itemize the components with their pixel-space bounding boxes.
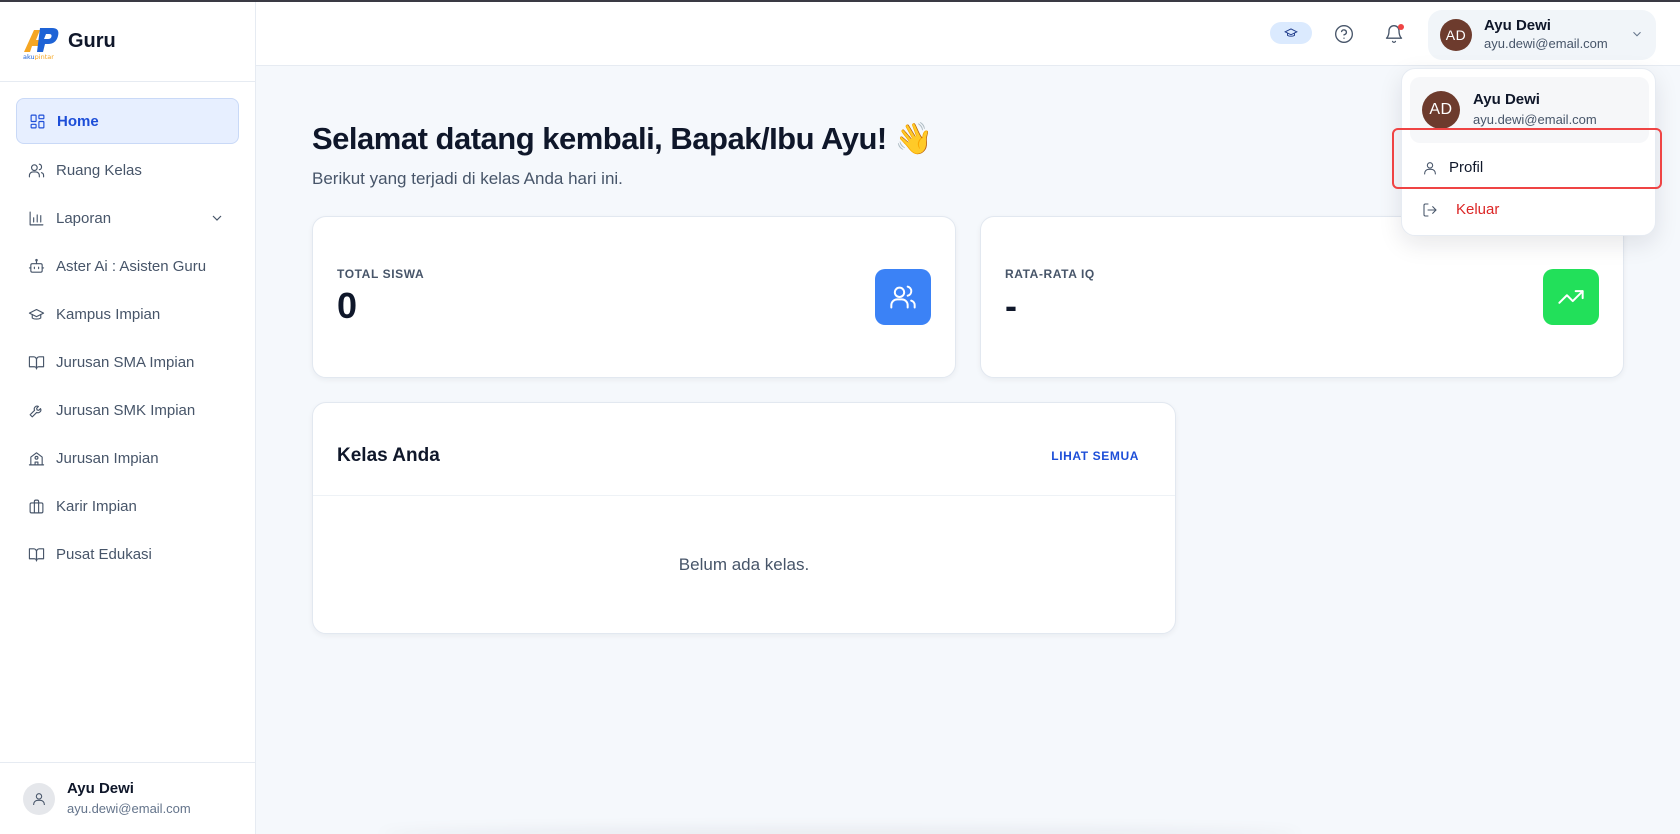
chevron-down-icon xyxy=(1630,27,1644,46)
sidebar-user-email: ayu.dewi@email.com xyxy=(67,800,191,816)
dropdown-user-name: Ayu Dewi xyxy=(1473,91,1540,108)
user-menu-button[interactable]: AD Ayu Dewi ayu.dewi@email.com xyxy=(1428,10,1656,60)
chevron-down-icon[interactable] xyxy=(209,210,225,230)
sidebar-user[interactable]: Ayu Dewi ayu.dewi@email.com xyxy=(0,762,255,834)
sidebar-item-label: Jurusan SMA Impian xyxy=(56,353,195,371)
svg-text:akupintar: akupintar xyxy=(23,53,54,60)
kelas-header: Kelas Anda LIHAT SEMUA xyxy=(313,403,1175,496)
kelas-title: Kelas Anda xyxy=(337,445,440,466)
logout-icon xyxy=(1423,202,1437,217)
trending-up-icon xyxy=(1543,269,1599,325)
sidebar-item-label: Kampus Impian xyxy=(56,305,161,323)
kelas-anda-card: Kelas Anda LIHAT SEMUA Belum ada kelas. xyxy=(312,402,1176,634)
keluar-label: Keluar xyxy=(1456,201,1500,218)
keluar-menu-item[interactable]: Keluar xyxy=(1422,201,1499,218)
sidebar-item-label: Karir Impian xyxy=(56,497,137,515)
bot-icon xyxy=(27,257,45,275)
dropdown-user-email: ayu.dewi@email.com xyxy=(1473,112,1597,127)
bottom-shadow xyxy=(380,828,1300,834)
sidebar: akupintar Guru Home Ruang Kelas Laporan xyxy=(0,2,256,834)
bar-chart-icon xyxy=(27,209,45,227)
book-icon xyxy=(27,545,45,563)
notification-dot xyxy=(1398,24,1404,30)
dashboard-icon xyxy=(28,112,46,130)
lihat-semua-link[interactable]: LIHAT SEMUA xyxy=(1051,449,1139,463)
user-icon xyxy=(23,782,55,815)
avatar: AD xyxy=(1440,19,1472,51)
users-icon xyxy=(875,269,931,325)
users-icon xyxy=(27,161,45,179)
user-email: ayu.dewi@email.com xyxy=(1484,36,1608,51)
sidebar-item-aster-ai[interactable]: Aster Ai : Asisten Guru xyxy=(16,244,239,288)
window-top-border xyxy=(0,0,1680,2)
sidebar-item-jurusan-smk[interactable]: Jurusan SMK Impian xyxy=(16,388,239,432)
sidebar-item-karir-impian[interactable]: Karir Impian xyxy=(16,484,239,528)
stat-label: RATA-RATA IQ xyxy=(1005,267,1095,281)
stat-card-total-siswa: TOTAL SISWA 0 xyxy=(312,216,956,378)
brand[interactable]: akupintar Guru xyxy=(0,2,255,82)
school-icon xyxy=(27,449,45,467)
sidebar-item-label: Laporan xyxy=(56,209,112,227)
sidebar-item-label: Jurusan Impian xyxy=(56,449,159,467)
sidebar-user-name: Ayu Dewi xyxy=(67,779,134,797)
graduation-cap-icon xyxy=(27,305,45,323)
help-button[interactable] xyxy=(1332,22,1356,46)
briefcase-icon xyxy=(27,497,45,515)
stat-value: 0 xyxy=(337,285,358,326)
sidebar-item-label: Jurusan SMK Impian xyxy=(56,401,196,419)
graduation-cap-icon xyxy=(1284,28,1298,37)
brand-name: Guru xyxy=(68,30,116,52)
sidebar-item-laporan[interactable]: Laporan xyxy=(16,196,239,240)
stat-label: TOTAL SISWA xyxy=(337,267,425,281)
book-open-icon xyxy=(27,353,45,371)
sidebar-item-label: Ruang Kelas xyxy=(56,161,142,179)
stat-card-rata-rata-iq: RATA-RATA IQ - xyxy=(980,216,1624,378)
notification-button[interactable] xyxy=(1382,22,1406,46)
avatar: AD xyxy=(1422,91,1460,129)
wrench-icon xyxy=(27,401,45,419)
sidebar-item-jurusan-sma[interactable]: Jurusan SMA Impian xyxy=(16,340,239,384)
user-name: Ayu Dewi xyxy=(1484,17,1551,34)
empty-state: Belum ada kelas. xyxy=(678,555,810,574)
sidebar-nav: Home Ruang Kelas Laporan Aster Ai : Asis… xyxy=(0,82,255,596)
akupintar-logo-icon: akupintar xyxy=(22,24,62,61)
sidebar-item-label: Aster Ai : Asisten Guru xyxy=(56,257,207,275)
sidebar-item-jurusan-impian[interactable]: Jurusan Impian xyxy=(16,436,239,480)
stat-value: - xyxy=(1005,285,1017,326)
graduation-badge[interactable] xyxy=(1270,22,1312,44)
sidebar-item-home[interactable]: Home xyxy=(16,98,239,144)
sidebar-item-label: Pusat Edukasi xyxy=(56,545,152,563)
sidebar-item-kampus-impian[interactable]: Kampus Impian xyxy=(16,292,239,336)
sidebar-item-pusat-edukasi[interactable]: Pusat Edukasi xyxy=(16,532,239,576)
topbar: AD Ayu Dewi ayu.dewi@email.com xyxy=(256,2,1680,66)
sidebar-item-label: Home xyxy=(57,112,99,130)
highlight-box xyxy=(1392,128,1662,189)
help-circle-icon xyxy=(1335,25,1353,43)
sidebar-item-ruang-kelas[interactable]: Ruang Kelas xyxy=(16,148,239,192)
